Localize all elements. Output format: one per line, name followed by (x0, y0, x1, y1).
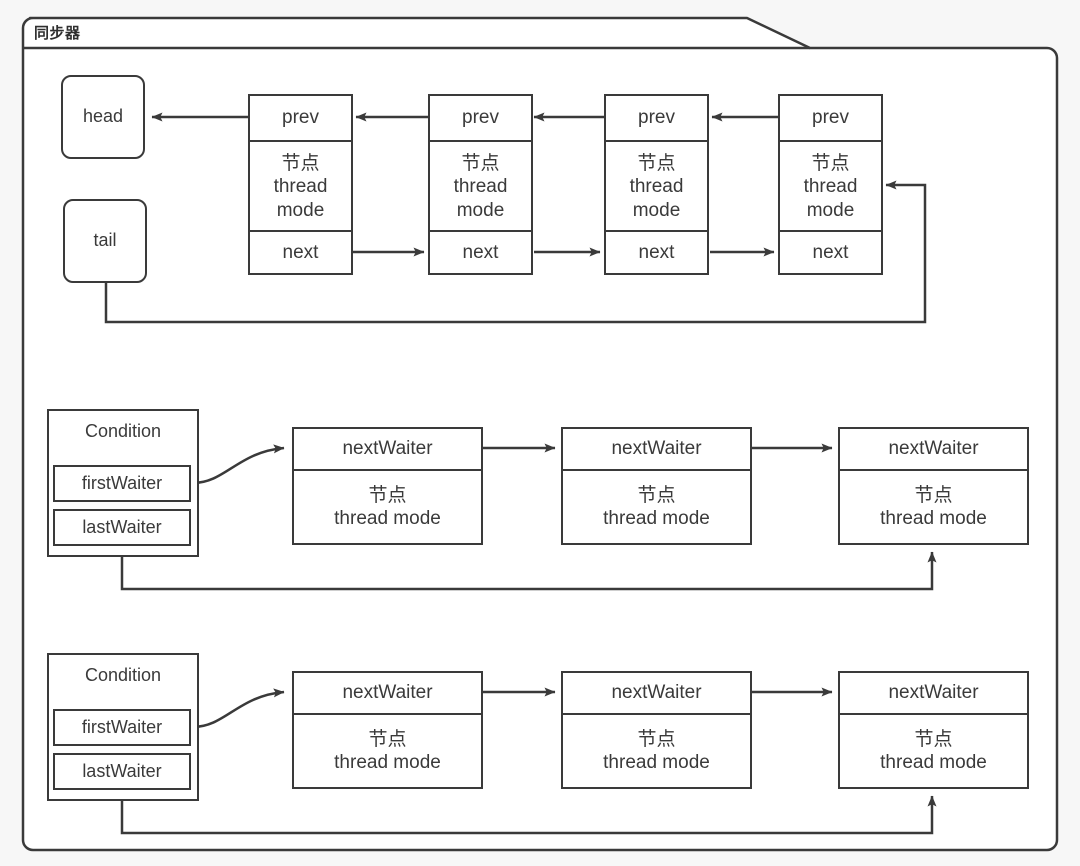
node-next-label: next (638, 241, 675, 263)
waiter-body-label: 节点 thread mode (880, 728, 987, 773)
node-body-label: 节点 thread mode (453, 153, 508, 221)
node-next-label: next (282, 241, 319, 263)
waiter-header-label: nextWaiter (611, 682, 702, 704)
waiter-header-label: nextWaiter (342, 682, 433, 704)
condition-title: Condition (84, 665, 162, 686)
waiter-header-label: nextWaiter (342, 438, 433, 460)
waiter-header-label: nextWaiter (611, 438, 702, 460)
condition-lastwaiter-label: lastWaiter (82, 516, 162, 537)
waiter-body-label: 节点 thread mode (880, 484, 987, 529)
waiter-body-label: 节点 thread mode (334, 484, 441, 529)
waiter-body-label: 节点 thread mode (603, 484, 710, 529)
condition-lastwaiter-box[interactable]: lastWaiter (53, 753, 191, 790)
node-body-label: 节点 thread mode (803, 153, 858, 221)
tail-label: tail (93, 230, 117, 251)
node-body-label: 节点 thread mode (273, 153, 328, 221)
head-label: head (82, 106, 124, 127)
waiter-node[interactable]: nextWaiter 节点 thread mode (561, 427, 752, 545)
condition-lastwaiter-label: lastWaiter (82, 760, 162, 781)
condition-firstwaiter-label: firstWaiter (81, 716, 163, 737)
head-box[interactable]: head (61, 75, 145, 159)
waiter-header-label: nextWaiter (888, 438, 979, 460)
waiter-node[interactable]: nextWaiter 节点 thread mode (838, 427, 1029, 545)
waiter-header-label: nextWaiter (888, 682, 979, 704)
node-body-label: 节点 thread mode (629, 153, 684, 221)
queue-node[interactable]: prev 节点 thread mode next (428, 94, 533, 275)
node-prev-label: prev (282, 107, 319, 129)
waiter-node[interactable]: nextWaiter 节点 thread mode (838, 671, 1029, 789)
queue-node[interactable]: prev 节点 thread mode next (248, 94, 353, 275)
tail-box[interactable]: tail (63, 199, 147, 283)
condition-firstwaiter-box[interactable]: firstWaiter (53, 465, 191, 502)
waiter-node[interactable]: nextWaiter 节点 thread mode (292, 671, 483, 789)
node-prev-label: prev (638, 107, 675, 129)
node-prev-label: prev (812, 107, 849, 129)
waiter-node[interactable]: nextWaiter 节点 thread mode (561, 671, 752, 789)
queue-node[interactable]: prev 节点 thread mode next (778, 94, 883, 275)
node-next-label: next (812, 241, 849, 263)
node-next-label: next (462, 241, 499, 263)
waiter-body-label: 节点 thread mode (334, 728, 441, 773)
frame-title-label: 同步器 (34, 25, 81, 42)
queue-node[interactable]: prev 节点 thread mode next (604, 94, 709, 275)
condition-firstwaiter-box[interactable]: firstWaiter (53, 709, 191, 746)
diagram-canvas: 同步器 head tail prev 节点 thread mode next p… (0, 0, 1080, 866)
waiter-body-label: 节点 thread mode (603, 728, 710, 773)
waiter-node[interactable]: nextWaiter 节点 thread mode (292, 427, 483, 545)
condition-lastwaiter-box[interactable]: lastWaiter (53, 509, 191, 546)
node-prev-label: prev (462, 107, 499, 129)
condition-title: Condition (84, 421, 162, 442)
condition-firstwaiter-label: firstWaiter (81, 472, 163, 493)
